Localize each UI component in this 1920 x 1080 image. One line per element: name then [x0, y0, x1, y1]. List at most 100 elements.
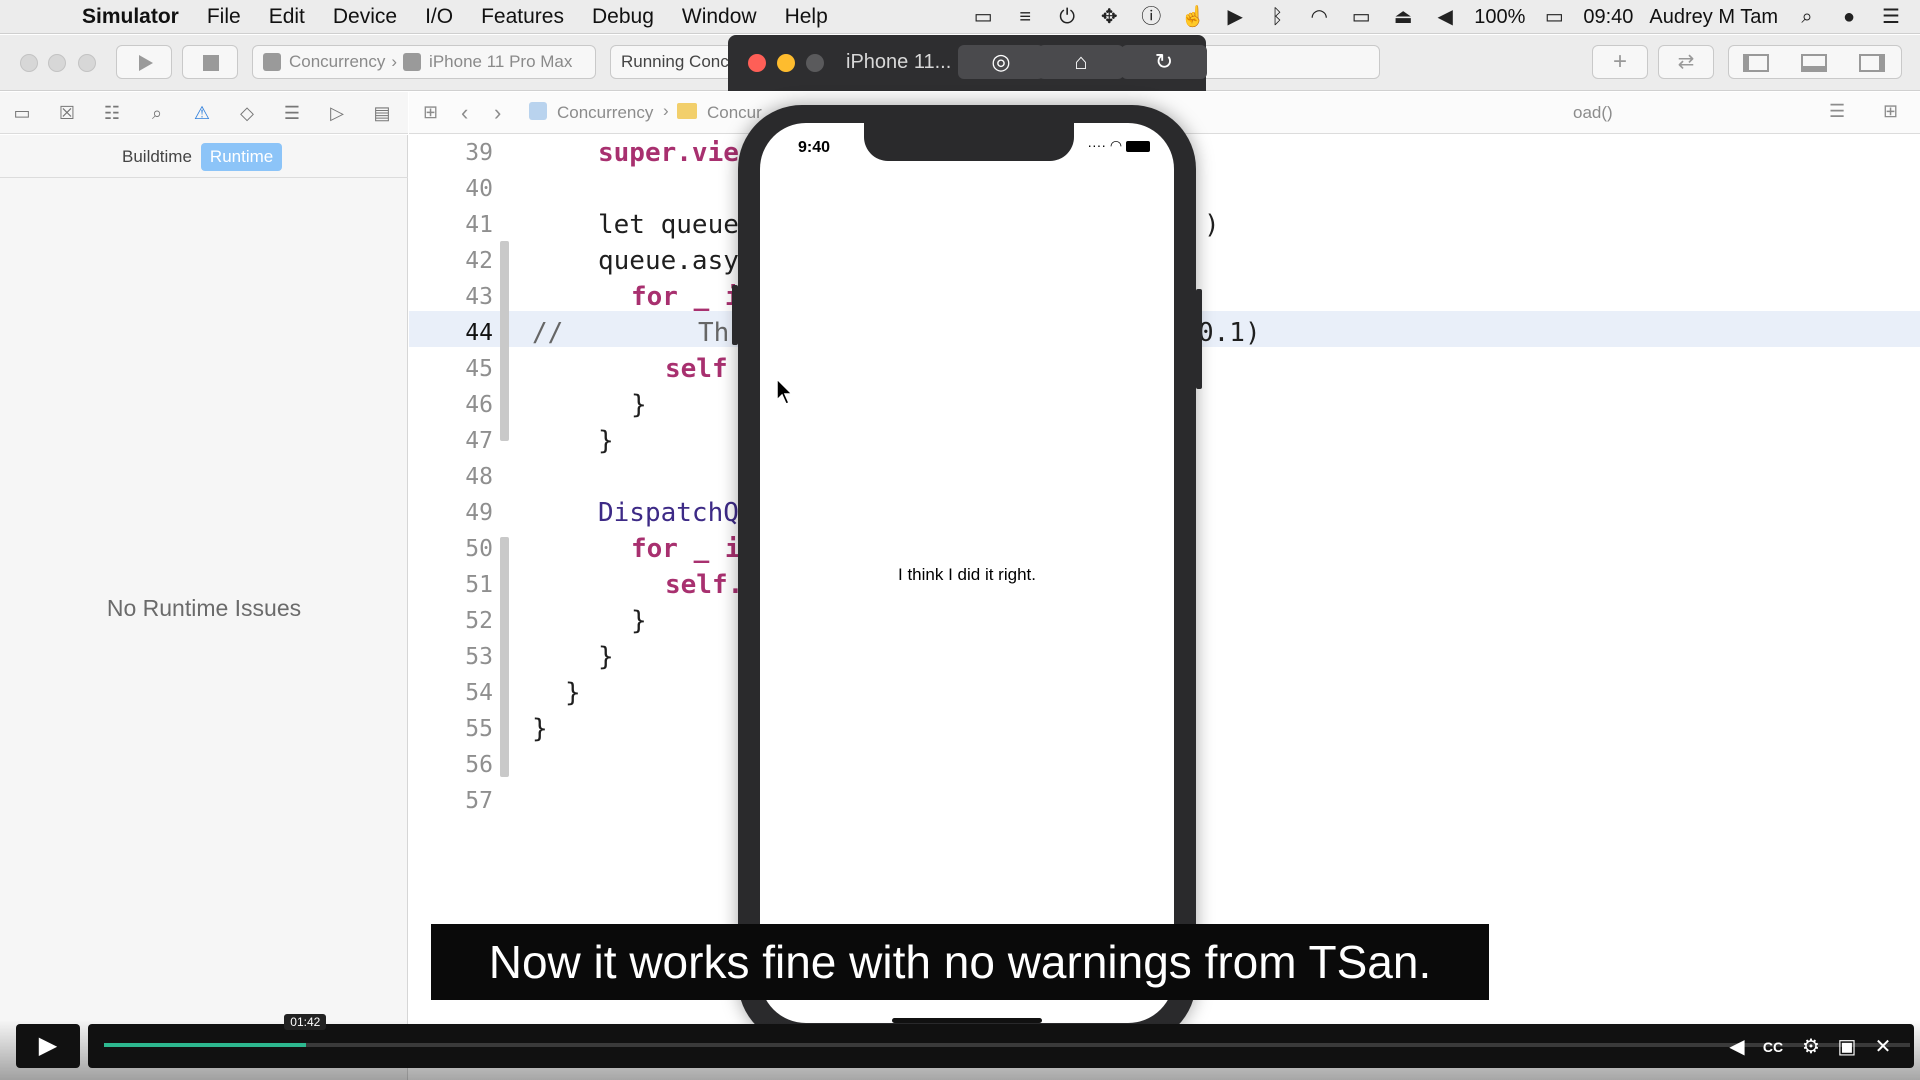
debug-icon[interactable]: ☰ — [281, 102, 303, 124]
menu-help[interactable]: Help — [785, 5, 828, 29]
volume-icon[interactable]: ◀ — [1432, 6, 1458, 28]
segment-buildtime[interactable]: Buildtime — [113, 143, 201, 171]
menu-clock[interactable]: 09:40 — [1583, 6, 1633, 29]
notification-center-icon[interactable]: ☰ — [1878, 6, 1904, 28]
code-line-41-tail: ) — [1204, 210, 1220, 240]
forward-arrow-icon[interactable]: › — [494, 100, 501, 126]
inspector-toggle-icon[interactable] — [1859, 54, 1885, 72]
split-editor-icon[interactable]: ⊞ — [1883, 101, 1898, 122]
picture-in-picture-icon[interactable]: ▣ — [1832, 1034, 1862, 1060]
line-number: 42 — [465, 248, 493, 274]
navigator-toggle-icon[interactable] — [1743, 54, 1769, 72]
fullscreen-exit-icon[interactable]: ✕ — [1868, 1034, 1898, 1060]
debug-area-toggle-icon[interactable] — [1801, 54, 1827, 72]
screenshot-button[interactable]: ◎ — [958, 45, 1044, 79]
scheme-name: Concurrency — [289, 52, 386, 71]
breadcrumb-project[interactable]: Concurrency — [557, 103, 653, 123]
menu-device[interactable]: Device — [333, 5, 397, 29]
airplay-icon[interactable]: ▭ — [1348, 6, 1374, 28]
change-ribbon[interactable] — [500, 241, 509, 441]
menu-bar: Simulator File Edit Device I/O Features … — [0, 0, 1920, 34]
line-number-current: 44 — [465, 320, 493, 346]
breadcrumb-folder[interactable]: Concur — [707, 103, 762, 123]
code-line-49: DispatchQ — [598, 498, 739, 528]
code-line-43: for _ i — [631, 282, 741, 312]
settings-gear-icon[interactable]: ⚙ — [1796, 1034, 1826, 1060]
segment-runtime[interactable]: Runtime — [200, 143, 283, 171]
tag-icon[interactable]: ▶ — [1222, 6, 1248, 28]
code-review-button[interactable]: ⇄ — [1658, 45, 1714, 79]
folder-icon[interactable]: ▭ — [11, 102, 33, 124]
warning-icon[interactable]: ⚠ — [191, 102, 213, 124]
back-arrow-icon[interactable]: ‹ — [461, 100, 468, 126]
dropbox-icon[interactable]: ✥ — [1096, 6, 1122, 28]
video-progress-fill — [104, 1043, 307, 1047]
password-icon[interactable]: ⓘ — [1138, 6, 1164, 28]
menu-app-name[interactable]: Simulator — [82, 5, 179, 29]
stop-button[interactable] — [182, 45, 238, 79]
menu-io[interactable]: I/O — [425, 5, 453, 29]
breadcrumb-method[interactable]: oad() — [1573, 103, 1613, 123]
line-number: 47 — [465, 428, 493, 454]
siri-icon[interactable]: ● — [1836, 6, 1862, 28]
gesture-icon[interactable]: ☝ — [1180, 6, 1206, 28]
simulator-window-title: iPhone 11... — [846, 51, 952, 73]
code-line-54: } — [565, 678, 581, 708]
menu-window[interactable]: Window — [682, 5, 757, 29]
window-minimize-button[interactable] — [48, 54, 66, 72]
line-number: 39 — [465, 140, 493, 166]
related-items-icon[interactable]: ⊞ — [423, 102, 438, 123]
rotate-icon: ↻ — [1154, 49, 1174, 74]
bluetooth-icon[interactable]: ᛒ — [1264, 6, 1290, 28]
video-progress-bar[interactable] — [104, 1043, 1910, 1047]
stack-icon[interactable]: ≡ — [1012, 6, 1038, 28]
stop-icon — [203, 55, 219, 71]
video-play-button[interactable]: ▶ — [16, 1024, 80, 1068]
simulator-close-button[interactable] — [748, 54, 766, 72]
menu-features[interactable]: Features — [481, 5, 564, 29]
rotate-button[interactable]: ↻ — [1121, 45, 1207, 79]
window-zoom-button[interactable] — [78, 54, 96, 72]
home-button[interactable]: ⌂ — [1038, 45, 1124, 79]
code-line-45: self — [665, 354, 728, 384]
power-icon[interactable]: ⏻ — [1054, 6, 1080, 28]
code-line-53: } — [598, 642, 614, 672]
line-number: 41 — [465, 212, 493, 238]
test-icon[interactable]: ◇ — [236, 102, 258, 124]
line-number: 51 — [465, 572, 493, 598]
play-icon: ▶ — [38, 1032, 58, 1059]
code-line-44-text: Th — [698, 318, 730, 348]
volume-icon[interactable]: ◀ — [1722, 1034, 1752, 1060]
menu-file[interactable]: File — [207, 5, 241, 29]
window-close-button[interactable] — [20, 54, 38, 72]
search-icon[interactable]: ⌕ — [146, 102, 168, 124]
battery-icon[interactable]: ▭ — [1541, 6, 1567, 28]
spotlight-search-icon[interactable]: ⌕ — [1794, 6, 1820, 28]
eject-icon[interactable]: ⏏ — [1390, 6, 1416, 28]
display-icon[interactable]: ▭ — [970, 6, 996, 28]
report-icon[interactable]: ▤ — [371, 102, 393, 124]
breakpoint-icon[interactable]: ▷ — [326, 102, 348, 124]
menu-user[interactable]: Audrey M Tam — [1649, 6, 1778, 29]
closed-captions-icon[interactable]: CC — [1758, 1034, 1788, 1060]
simulator-zoom-button[interactable] — [806, 54, 824, 72]
menu-debug[interactable]: Debug — [592, 5, 654, 29]
scheme-selector[interactable]: Concurrency › iPhone 11 Pro Max — [252, 45, 596, 79]
source-control-icon[interactable]: ☒ — [56, 102, 78, 124]
line-number: 54 — [465, 680, 493, 706]
folder-icon — [677, 103, 697, 119]
menu-edit[interactable]: Edit — [269, 5, 305, 29]
symbol-icon[interactable]: ☷ — [101, 102, 123, 124]
add-library-button[interactable]: + — [1592, 45, 1648, 79]
code-line-42: queue.asy — [598, 246, 739, 276]
code-line-44-tail: 0.1) — [1198, 318, 1261, 348]
code-line-41: let queue — [598, 210, 739, 240]
editor-options-icon[interactable]: ☰ — [1829, 101, 1845, 122]
iphone-screen[interactable]: 9:40 ···· ◠ I think I did it right. — [760, 123, 1174, 1023]
run-button[interactable] — [116, 45, 172, 79]
notch — [864, 123, 1074, 161]
wifi-icon[interactable]: ◠ — [1306, 6, 1332, 28]
code-line-44-comment: // — [532, 318, 564, 348]
change-ribbon[interactable] — [500, 537, 509, 777]
simulator-minimize-button[interactable] — [777, 54, 795, 72]
